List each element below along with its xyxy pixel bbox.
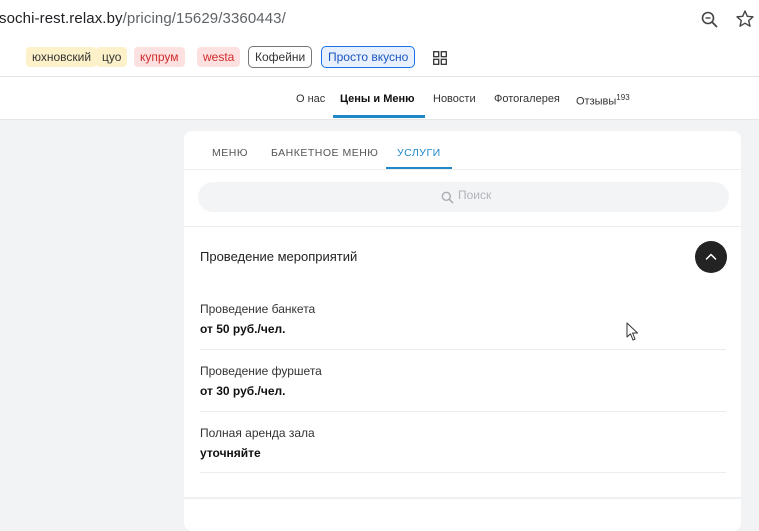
item-price: от 50 руб./чел. xyxy=(200,322,286,336)
bookmarks-bar: юхновский цуо купрум westa Кофейни Прост… xyxy=(0,42,759,77)
tab-menu[interactable]: МЕНЮ xyxy=(212,147,248,159)
list-item: Проведение фуршета от 30 руб./чел. xyxy=(200,364,726,398)
services-card: МЕНЮ БАНКЕТНОЕ МЕНЮ УСЛУГИ Проведение ме… xyxy=(184,131,741,531)
search-icon xyxy=(441,191,454,204)
nav-gallery[interactable]: Фотогалерея xyxy=(494,93,560,105)
menu-tabs: МЕНЮ БАНКЕТНОЕ МЕНЮ УСЛУГИ xyxy=(184,131,741,170)
bookmark-prosto-vkusno[interactable]: Просто вкусно xyxy=(321,46,416,68)
bookmark-westa[interactable]: westa xyxy=(197,47,241,67)
item-name: Проведение банкета xyxy=(200,302,316,316)
item-divider xyxy=(200,411,726,412)
address-bar[interactable]: sochi-rest.relax.by/pricing/15629/336044… xyxy=(0,0,759,42)
item-divider xyxy=(200,349,726,350)
item-price: уточняйте xyxy=(200,446,261,460)
nav-about[interactable]: О нас xyxy=(296,93,325,105)
zoom-out-icon[interactable] xyxy=(700,10,720,30)
collapse-button[interactable] xyxy=(695,241,727,273)
star-icon[interactable] xyxy=(735,9,755,29)
item-name: Полная аренда зала xyxy=(200,426,315,440)
apps-grid-icon[interactable] xyxy=(433,51,447,65)
chevron-up-icon xyxy=(705,253,717,260)
site-nav: О нас Цены и Меню Новости Фотогалерея От… xyxy=(0,77,759,120)
mouse-cursor-icon xyxy=(626,322,638,341)
bookmark-kuprum[interactable]: купрум xyxy=(134,47,185,67)
nav-prices[interactable]: Цены и Меню xyxy=(340,93,415,105)
url-path: /pricing/15629/3360443/ xyxy=(122,10,286,27)
search-input[interactable] xyxy=(458,188,608,202)
list-item: Проведение банкета от 50 руб./чел. xyxy=(200,302,726,336)
nav-news[interactable]: Новости xyxy=(433,93,476,105)
section-title[interactable]: Проведение мероприятий xyxy=(200,249,357,264)
item-name: Проведение фуршета xyxy=(200,364,322,378)
section-bottom-divider xyxy=(184,497,741,499)
tab-banquet-menu[interactable]: БАНКЕТНОЕ МЕНЮ xyxy=(271,147,378,159)
tab-active-underline xyxy=(386,167,452,169)
search-box[interactable] xyxy=(198,182,729,212)
tab-services[interactable]: УСЛУГИ xyxy=(397,147,441,159)
url-host: sochi-rest.relax.by xyxy=(0,10,123,27)
bookmark-yuhnovsky[interactable]: юхновский xyxy=(26,47,98,67)
reviews-count-badge: 193 xyxy=(616,93,630,102)
item-divider xyxy=(200,472,726,473)
url-text[interactable]: sochi-rest.relax.by/pricing/15629/336044… xyxy=(0,10,286,27)
item-price: от 30 руб./чел. xyxy=(200,384,286,398)
nav-reviews-label: Отзывы xyxy=(576,95,617,108)
section-divider xyxy=(184,226,741,227)
list-item: Полная аренда зала уточняйте xyxy=(200,426,726,460)
bookmark-kofeyni[interactable]: Кофейни xyxy=(248,46,313,68)
nav-reviews[interactable]: Отзывы193 xyxy=(576,93,630,108)
bookmark-tsuo[interactable]: цуо xyxy=(96,47,128,67)
nav-active-underline xyxy=(333,115,425,118)
